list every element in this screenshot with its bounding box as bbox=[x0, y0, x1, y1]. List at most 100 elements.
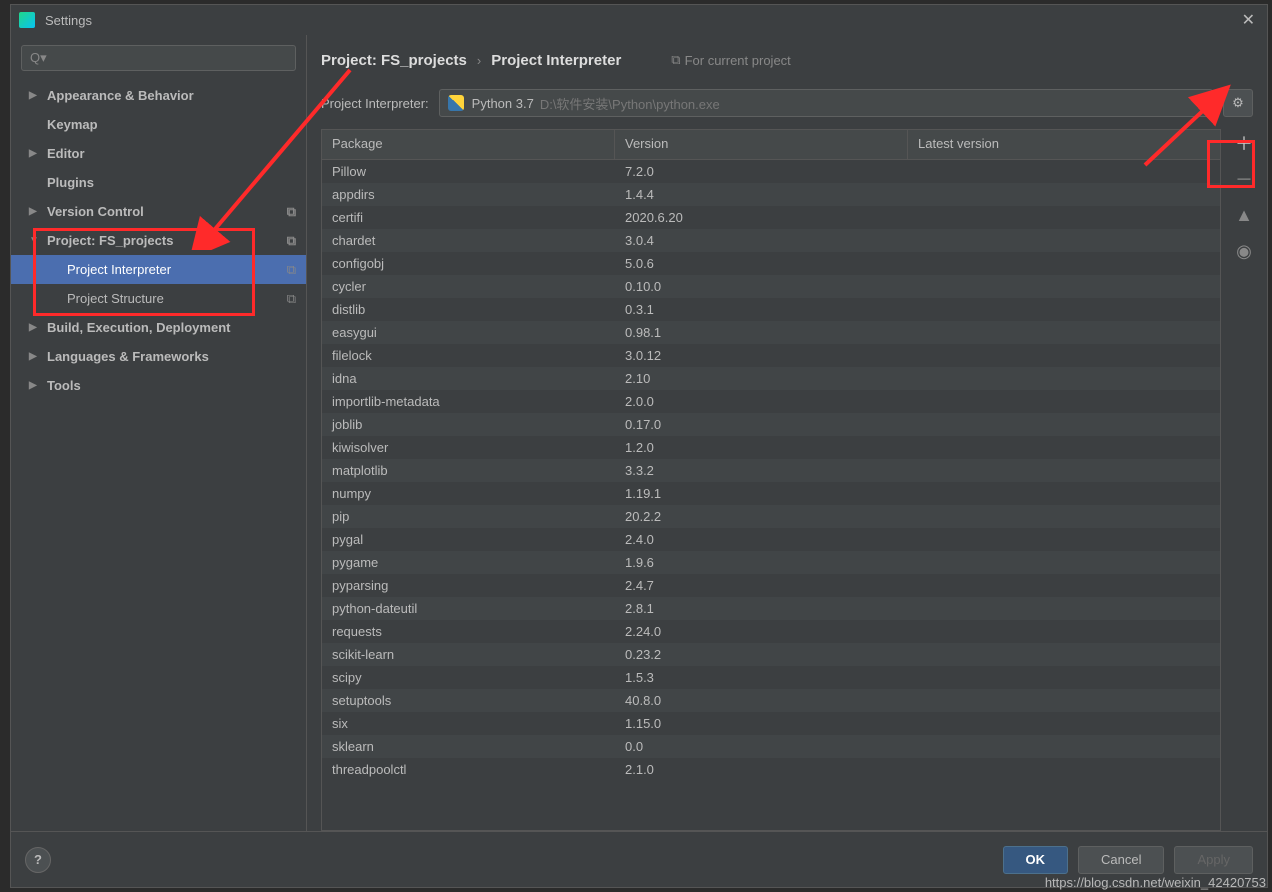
table-row[interactable]: python-dateutil2.8.1 bbox=[322, 597, 1220, 620]
remove-package-button[interactable]: － bbox=[1230, 165, 1258, 193]
sidebar-item-editor[interactable]: ▶Editor bbox=[11, 139, 306, 168]
sidebar-item-label: Plugins bbox=[47, 175, 94, 190]
col-version[interactable]: Version bbox=[615, 130, 908, 159]
search-input[interactable]: Q▾ bbox=[21, 45, 296, 71]
cell-version: 2.10 bbox=[615, 371, 908, 386]
content-pane: Project: FS_projects › Project Interpret… bbox=[307, 35, 1267, 831]
cell-version: 0.0 bbox=[615, 739, 908, 754]
breadcrumb-project[interactable]: Project: FS_projects bbox=[321, 52, 467, 69]
cell-package: setuptools bbox=[322, 693, 615, 708]
table-row[interactable]: importlib-metadata2.0.0 bbox=[322, 390, 1220, 413]
sidebar-item-tools[interactable]: ▶Tools bbox=[11, 371, 306, 400]
table-row[interactable]: easygui0.98.1 bbox=[322, 321, 1220, 344]
sidebar-item-project-structure[interactable]: Project Structure⧉ bbox=[11, 284, 306, 313]
gear-button[interactable]: ⚙ bbox=[1223, 89, 1253, 117]
sidebar-item-label: Version Control bbox=[47, 204, 144, 219]
sidebar-item-label: Project Structure bbox=[67, 291, 164, 306]
cell-package: python-dateutil bbox=[322, 601, 615, 616]
col-latest[interactable]: Latest version bbox=[908, 130, 1220, 159]
table-row[interactable]: matplotlib3.3.2 bbox=[322, 459, 1220, 482]
table-row[interactable]: filelock3.0.12 bbox=[322, 344, 1220, 367]
cell-package: numpy bbox=[322, 486, 615, 501]
table-row[interactable]: idna2.10 bbox=[322, 367, 1220, 390]
cell-version: 0.17.0 bbox=[615, 417, 908, 432]
cell-version: 2.4.7 bbox=[615, 578, 908, 593]
table-row[interactable]: kiwisolver1.2.0 bbox=[322, 436, 1220, 459]
cell-package: importlib-metadata bbox=[322, 394, 615, 409]
copy-icon: ⧉ bbox=[671, 52, 680, 68]
cell-version: 0.10.0 bbox=[615, 279, 908, 294]
table-row[interactable]: chardet3.0.4 bbox=[322, 229, 1220, 252]
cell-package: appdirs bbox=[322, 187, 615, 202]
pycharm-icon bbox=[19, 12, 35, 28]
for-current-project-hint: ⧉For current project bbox=[671, 52, 791, 68]
breadcrumb-page: Project Interpreter bbox=[491, 52, 621, 69]
table-row[interactable]: threadpoolctl2.1.0 bbox=[322, 758, 1220, 781]
cell-package: cycler bbox=[322, 279, 615, 294]
sidebar-item-languages-frameworks[interactable]: ▶Languages & Frameworks bbox=[11, 342, 306, 371]
cell-version: 0.3.1 bbox=[615, 302, 908, 317]
table-row[interactable]: numpy1.19.1 bbox=[322, 482, 1220, 505]
sidebar-item-label: Project: FS_projects bbox=[47, 233, 173, 248]
interpreter-name: Python 3.7 bbox=[472, 96, 534, 111]
expand-arrow-icon: ▶ bbox=[29, 90, 41, 101]
expand-arrow-icon: ▶ bbox=[29, 206, 41, 217]
show-early-releases-button[interactable]: ◉ bbox=[1230, 237, 1258, 265]
table-row[interactable]: scipy1.5.3 bbox=[322, 666, 1220, 689]
table-row[interactable]: sklearn0.0 bbox=[322, 735, 1220, 758]
packages-table: Package Version Latest version Pillow7.2… bbox=[321, 129, 1221, 831]
help-button[interactable]: ? bbox=[25, 847, 51, 873]
table-row[interactable]: appdirs1.4.4 bbox=[322, 183, 1220, 206]
sidebar-item-label: Project Interpreter bbox=[67, 262, 171, 277]
expand-arrow-icon: ▶ bbox=[29, 322, 41, 333]
table-row[interactable]: pygal2.4.0 bbox=[322, 528, 1220, 551]
close-icon[interactable]: ✕ bbox=[1238, 6, 1259, 34]
table-row[interactable]: scikit-learn0.23.2 bbox=[322, 643, 1220, 666]
table-row[interactable]: pygame1.9.6 bbox=[322, 551, 1220, 574]
table-row[interactable]: pip20.2.2 bbox=[322, 505, 1220, 528]
col-package[interactable]: Package bbox=[322, 130, 615, 159]
cell-version: 1.15.0 bbox=[615, 716, 908, 731]
cell-version: 2.1.0 bbox=[615, 762, 908, 777]
cell-package: pygame bbox=[322, 555, 615, 570]
ok-button[interactable]: OK bbox=[1003, 846, 1069, 874]
table-row[interactable]: joblib0.17.0 bbox=[322, 413, 1220, 436]
table-row[interactable]: requests2.24.0 bbox=[322, 620, 1220, 643]
cell-version: 3.0.12 bbox=[615, 348, 908, 363]
sidebar-item-version-control[interactable]: ▶Version Control⧉ bbox=[11, 197, 306, 226]
cell-package: pygal bbox=[322, 532, 615, 547]
sidebar-item-plugins[interactable]: Plugins bbox=[11, 168, 306, 197]
packages-area: Package Version Latest version Pillow7.2… bbox=[307, 129, 1267, 831]
sidebar-item-project-fs-projects[interactable]: ▼Project: FS_projects⧉ bbox=[11, 226, 306, 255]
python-icon bbox=[448, 95, 464, 111]
sidebar-item-build-execution-deployment[interactable]: ▶Build, Execution, Deployment bbox=[11, 313, 306, 342]
sidebar-item-appearance-behavior[interactable]: ▶Appearance & Behavior bbox=[11, 81, 306, 110]
add-package-button[interactable]: ＋ bbox=[1230, 129, 1258, 157]
table-row[interactable]: certifi2020.6.20 bbox=[322, 206, 1220, 229]
cell-package: requests bbox=[322, 624, 615, 639]
cell-package: certifi bbox=[322, 210, 615, 225]
sidebar-item-keymap[interactable]: Keymap bbox=[11, 110, 306, 139]
settings-dialog: Settings ✕ Q▾ ▶Appearance & BehaviorKeym… bbox=[10, 4, 1268, 888]
apply-button[interactable]: Apply bbox=[1174, 846, 1253, 874]
cell-version: 2.24.0 bbox=[615, 624, 908, 639]
cell-version: 1.4.4 bbox=[615, 187, 908, 202]
sidebar-item-label: Tools bbox=[47, 378, 81, 393]
table-body[interactable]: Pillow7.2.0appdirs1.4.4certifi2020.6.20c… bbox=[322, 160, 1220, 830]
table-row[interactable]: pyparsing2.4.7 bbox=[322, 574, 1220, 597]
table-row[interactable]: Pillow7.2.0 bbox=[322, 160, 1220, 183]
table-row[interactable]: distlib0.3.1 bbox=[322, 298, 1220, 321]
sidebar-item-project-interpreter[interactable]: Project Interpreter⧉ bbox=[11, 255, 306, 284]
breadcrumb-separator: › bbox=[477, 53, 481, 68]
cancel-button[interactable]: Cancel bbox=[1078, 846, 1164, 874]
table-row[interactable]: configobj5.0.6 bbox=[322, 252, 1220, 275]
table-row[interactable]: six1.15.0 bbox=[322, 712, 1220, 735]
upgrade-package-button[interactable]: ▲ bbox=[1230, 201, 1258, 229]
package-actions: ＋ － ▲ ◉ bbox=[1221, 129, 1267, 831]
settings-tree: ▶Appearance & BehaviorKeymap▶Editor Plugi… bbox=[11, 75, 306, 831]
cell-package: configobj bbox=[322, 256, 615, 271]
interpreter-select[interactable]: Python 3.7 D:\软件安装\Python\python.exe ▼ bbox=[439, 89, 1213, 117]
table-row[interactable]: cycler0.10.0 bbox=[322, 275, 1220, 298]
table-row[interactable]: setuptools40.8.0 bbox=[322, 689, 1220, 712]
cell-version: 2.4.0 bbox=[615, 532, 908, 547]
